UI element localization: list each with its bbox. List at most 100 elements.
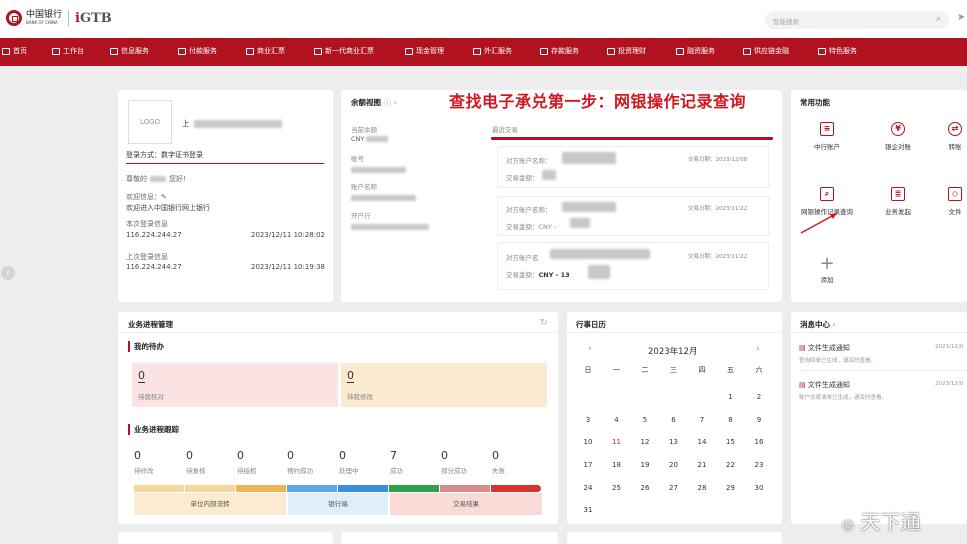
calendar-day[interactable]: 19 xyxy=(631,461,659,469)
progress-segment xyxy=(338,485,388,492)
nav-special[interactable]: 特色服务 xyxy=(818,46,857,56)
search-icon[interactable]: ⌕ xyxy=(936,14,941,24)
company-name: 上 xyxy=(182,118,282,129)
todo-title: 我的待办 xyxy=(128,341,164,352)
calendar-day[interactable]: 29 xyxy=(717,484,745,492)
calendar-title: 行事日历 xyxy=(576,320,606,329)
calendar-day[interactable]: 27 xyxy=(660,484,688,492)
weekday-label: 五 xyxy=(727,366,734,374)
reconcile-icon: ¥ xyxy=(891,122,905,136)
transfer-icon: ⇄ xyxy=(948,122,962,136)
nav-cash[interactable]: 现金管理 xyxy=(405,46,444,56)
process-stat[interactable]: 0 待授权 xyxy=(237,449,281,475)
calendar-day[interactable]: 24 xyxy=(574,484,602,492)
next-month-button[interactable]: › xyxy=(756,344,760,354)
nav-finance[interactable]: 融资服务 xyxy=(676,46,715,56)
nav-supply-chain[interactable]: 供应链金融 xyxy=(743,46,789,56)
function-file[interactable]: ◇ 文件 xyxy=(940,187,967,216)
calendar-day[interactable]: 15 xyxy=(717,438,745,446)
progress-segment xyxy=(134,485,184,492)
nav-home[interactable]: 首页 xyxy=(2,46,27,56)
nav-workbench[interactable]: 工作台 xyxy=(52,46,84,56)
message-item[interactable]: ▤ 文件生成通知 2023/12/0 查询回单已生成，请及时查看。 xyxy=(799,343,967,364)
greeting: 尊敬的 您好! xyxy=(126,175,186,183)
calendar-day[interactable]: 9 xyxy=(745,416,773,424)
transaction-item[interactable]: 对方账户名 交易日期：2023/11/22 交易金额：CNY - 13 xyxy=(497,242,769,290)
message-item[interactable]: ▤ 文件生成通知 2023/12/0 账户交易清单已生成，请及时查看。 xyxy=(799,380,967,401)
calendar-day[interactable]: 11 xyxy=(603,438,631,446)
calendar-day[interactable]: 8 xyxy=(717,416,745,424)
process-stat[interactable]: 0 预约成功 xyxy=(287,449,331,475)
calendar-day[interactable]: 20 xyxy=(660,461,688,469)
calendar-day[interactable]: 10 xyxy=(574,438,602,446)
welcome-text: 欢迎进入中国银行网上银行 xyxy=(126,204,210,212)
nav-info[interactable]: 信息服务 xyxy=(110,46,149,56)
carousel-prev-button[interactable]: ‹ xyxy=(1,266,15,280)
progress-segment xyxy=(287,485,337,492)
process-stat[interactable]: 0 待复核 xyxy=(186,449,230,475)
bank-name-cn: 中国银行 xyxy=(26,10,63,20)
bank-logo[interactable]: 中国银行 BANK OF CHINA iGTB xyxy=(6,10,112,26)
last-login-ip: 116.224.244.27 xyxy=(126,263,182,271)
this-login-label: 本次登录信息 xyxy=(126,220,168,228)
process-stat[interactable]: 0 处理中 xyxy=(339,449,383,475)
todo-modify[interactable]: 0 待我修改 xyxy=(341,363,547,407)
function-account[interactable]: ≡ 中行账户 xyxy=(794,122,860,151)
calendar-day[interactable]: 17 xyxy=(574,461,602,469)
progress-segment xyxy=(440,485,490,492)
deposit-icon xyxy=(540,47,548,55)
function-business-initiate[interactable]: ≣ 业务发起 xyxy=(865,187,931,216)
process-stat[interactable]: 0 失败 xyxy=(492,449,536,475)
send-icon[interactable]: ➤ xyxy=(957,12,965,23)
functions-title: 常用功能 xyxy=(800,98,830,107)
process-stat[interactable]: 0 待修改 xyxy=(134,449,178,475)
add-function-button[interactable]: + 添加 xyxy=(794,255,860,285)
calendar-day[interactable]: 4 xyxy=(603,416,631,424)
chevron-right-icon[interactable]: › xyxy=(394,98,397,107)
calendar-day[interactable]: 13 xyxy=(660,438,688,446)
account-icon: ≡ xyxy=(820,122,834,136)
prev-month-button[interactable]: ‹ xyxy=(588,344,592,354)
balance-title[interactable]: 余额视图 ⓘ › xyxy=(351,97,397,108)
calendar-day[interactable]: 5 xyxy=(631,416,659,424)
calendar-day[interactable]: 18 xyxy=(603,461,631,469)
stage-result: 交易结果 xyxy=(390,493,542,515)
calendar-day[interactable]: 30 xyxy=(745,484,773,492)
calendar-day[interactable]: 31 xyxy=(574,506,602,514)
info-icon[interactable]: ⓘ xyxy=(384,98,392,107)
nav-forex[interactable]: 外汇服务 xyxy=(473,46,512,56)
calendar-day[interactable]: 6 xyxy=(660,416,688,424)
calendar-day[interactable]: 2 xyxy=(745,393,773,401)
annotation-arrow xyxy=(800,213,837,234)
messages-title[interactable]: 消息中心 › xyxy=(800,319,836,330)
progress-segment xyxy=(491,485,541,492)
search-input[interactable]: 智能搜索 ⌕ xyxy=(765,11,949,29)
function-transfer[interactable]: ⇄ 转账 xyxy=(940,122,967,151)
calendar-day[interactable]: 21 xyxy=(688,461,716,469)
todo-check[interactable]: 0 待我核对 xyxy=(132,363,338,407)
calendar-day[interactable]: 16 xyxy=(745,438,773,446)
refresh-icon[interactable]: ↻ xyxy=(540,318,548,328)
function-reconcile[interactable]: ¥ 银企对账 xyxy=(865,122,931,151)
edit-icon[interactable]: ✎ xyxy=(161,193,167,201)
calendar-day[interactable]: 7 xyxy=(688,416,716,424)
transaction-item[interactable]: 对方账户名称： 交易日期：2023/11/22 交易金额：CNY - xyxy=(497,196,769,236)
nav-deposit[interactable]: 存款服务 xyxy=(540,46,579,56)
calendar-day[interactable]: 1 xyxy=(717,393,745,401)
calendar-day[interactable]: 12 xyxy=(631,438,659,446)
nav-bill[interactable]: 商业汇票 xyxy=(246,46,285,56)
calendar-day[interactable]: 28 xyxy=(688,484,716,492)
balance-currency: CNY xyxy=(351,135,389,143)
nav-invest[interactable]: 投资理财 xyxy=(607,46,646,56)
nav-payment[interactable]: 付款服务 xyxy=(178,46,217,56)
transaction-item[interactable]: 对方账户名称： 交易日期：2023/12/08 交易金额： xyxy=(497,146,769,188)
process-stat[interactable]: 0 部分成功 xyxy=(441,449,485,475)
calendar-day[interactable]: 3 xyxy=(574,416,602,424)
process-stat[interactable]: 7 成功 xyxy=(390,449,434,475)
calendar-day[interactable]: 14 xyxy=(688,438,716,446)
calendar-day[interactable]: 26 xyxy=(631,484,659,492)
calendar-day[interactable]: 25 xyxy=(603,484,631,492)
calendar-day[interactable]: 23 xyxy=(745,461,773,469)
nav-new-bill[interactable]: 新一代商业汇票 xyxy=(314,46,374,56)
calendar-day[interactable]: 22 xyxy=(717,461,745,469)
